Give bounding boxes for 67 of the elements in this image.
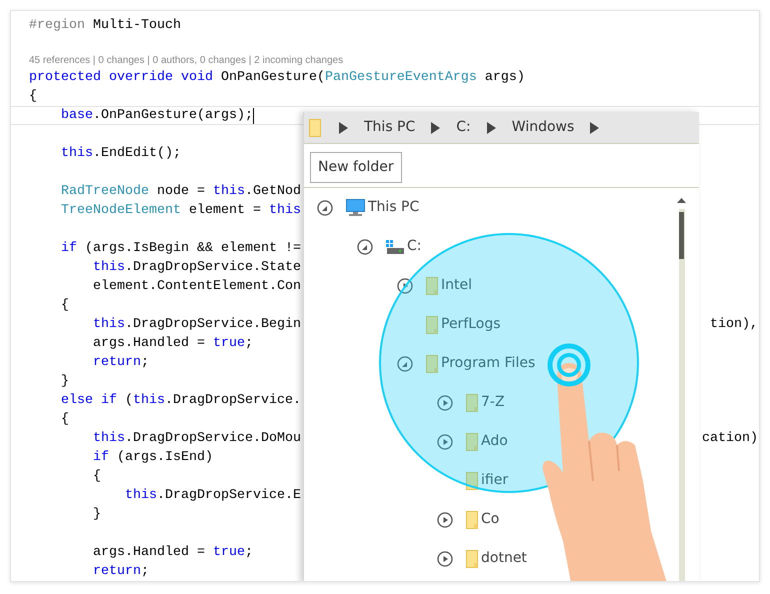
tree-item-label[interactable]: dotnet <box>481 548 527 569</box>
breadcrumb-arrow-icon[interactable] <box>339 122 348 134</box>
code-line: tion), <box>710 316 759 334</box>
expand-toggle-icon[interactable] <box>437 550 453 566</box>
new-folder-button[interactable]: New folder <box>310 152 402 183</box>
tree-item-label[interactable]: 7-Z <box>481 392 505 413</box>
code-line: if (args.IsBegin && element != <box>60 240 301 258</box>
code-line: cation) <box>702 430 759 448</box>
drive-icon <box>386 240 404 254</box>
folder-icon <box>426 316 438 334</box>
code-line: element.ContentElement.Con <box>92 278 301 296</box>
tree-item-label[interactable]: Ado <box>481 431 508 452</box>
code-line: { <box>29 88 37 106</box>
breadcrumb-arrow-icon[interactable] <box>431 122 440 134</box>
folder-icon <box>426 354 438 372</box>
code-line: this.DragDropService.Begin <box>92 316 301 334</box>
tree-item-label[interactable]: Program Files <box>441 353 536 374</box>
code-line: else if (this.DragDropService. <box>60 392 301 410</box>
computer-icon <box>346 199 365 216</box>
code-line: this.DragDropService.DoMou <box>92 430 301 448</box>
expand-toggle-icon[interactable] <box>437 394 453 410</box>
breadcrumb-item[interactable]: This PC <box>348 117 432 138</box>
expand-toggle-icon[interactable] <box>397 278 413 294</box>
collapse-toggle-icon[interactable] <box>397 356 413 372</box>
breadcrumb-item[interactable]: Windows <box>496 117 590 138</box>
tree-item-label[interactable]: PerfLogs <box>441 314 501 335</box>
folder-icon <box>466 394 478 412</box>
code-line: } <box>60 372 69 391</box>
code-line: { <box>60 410 69 429</box>
folder-icon <box>466 550 478 568</box>
touch-ring-icon <box>548 344 590 386</box>
folder-icon <box>426 276 438 294</box>
breadcrumb-item[interactable]: C: <box>440 117 487 138</box>
code-line: { <box>60 296 69 315</box>
code-line: if (args.IsEnd) <box>92 448 213 467</box>
folder-icon <box>466 472 478 490</box>
code-line: base.OnPanGesture(args); <box>60 106 253 125</box>
collapse-toggle-icon[interactable] <box>317 200 333 216</box>
tree-item-label[interactable]: C: <box>407 236 422 257</box>
tree-item-label[interactable]: Intel <box>441 275 472 296</box>
code-line: return; <box>92 562 149 581</box>
expand-toggle-icon[interactable] <box>437 434 453 450</box>
scroll-thumb[interactable] <box>679 212 684 259</box>
tree-item-label[interactable]: ifier <box>481 470 508 491</box>
folder-icon <box>466 432 478 450</box>
tree-item-label[interactable]: Co <box>481 509 500 530</box>
scroll-up-icon[interactable] <box>677 198 686 203</box>
expand-toggle-icon[interactable] <box>437 512 453 528</box>
code-line: protected override void OnPanGesture(PanGestureEventArgs args) <box>29 68 525 87</box>
folder-icon <box>466 510 478 528</box>
code-line: this.DragDropService.E <box>124 486 301 505</box>
code-line: TreeNodeElement element = this <box>60 202 301 220</box>
code-lens-info: 45 references | 0 changes | 0 authors, 0 changes | 2 incoming changes <box>28 54 344 68</box>
code-line: args.Handled = true; <box>92 544 253 562</box>
code-line: this.DragDropService.State <box>92 258 301 277</box>
code-line: return; <box>92 354 149 372</box>
code-line: #region Multi-Touch <box>29 16 181 35</box>
code-line: } <box>92 506 101 524</box>
code-line: RadTreeNode node = this.GetNod <box>60 182 301 201</box>
code-line: { <box>92 468 101 486</box>
folder-icon <box>309 118 321 136</box>
breadcrumb-arrow-icon[interactable] <box>590 122 600 134</box>
collapse-toggle-icon[interactable] <box>357 238 373 254</box>
code-line: args.Handled = true; <box>92 334 253 353</box>
tree-item-label[interactable]: This PC <box>368 197 420 218</box>
code-line: this.EndEdit(); <box>60 144 181 163</box>
breadcrumb-arrow-icon[interactable] <box>486 122 496 134</box>
